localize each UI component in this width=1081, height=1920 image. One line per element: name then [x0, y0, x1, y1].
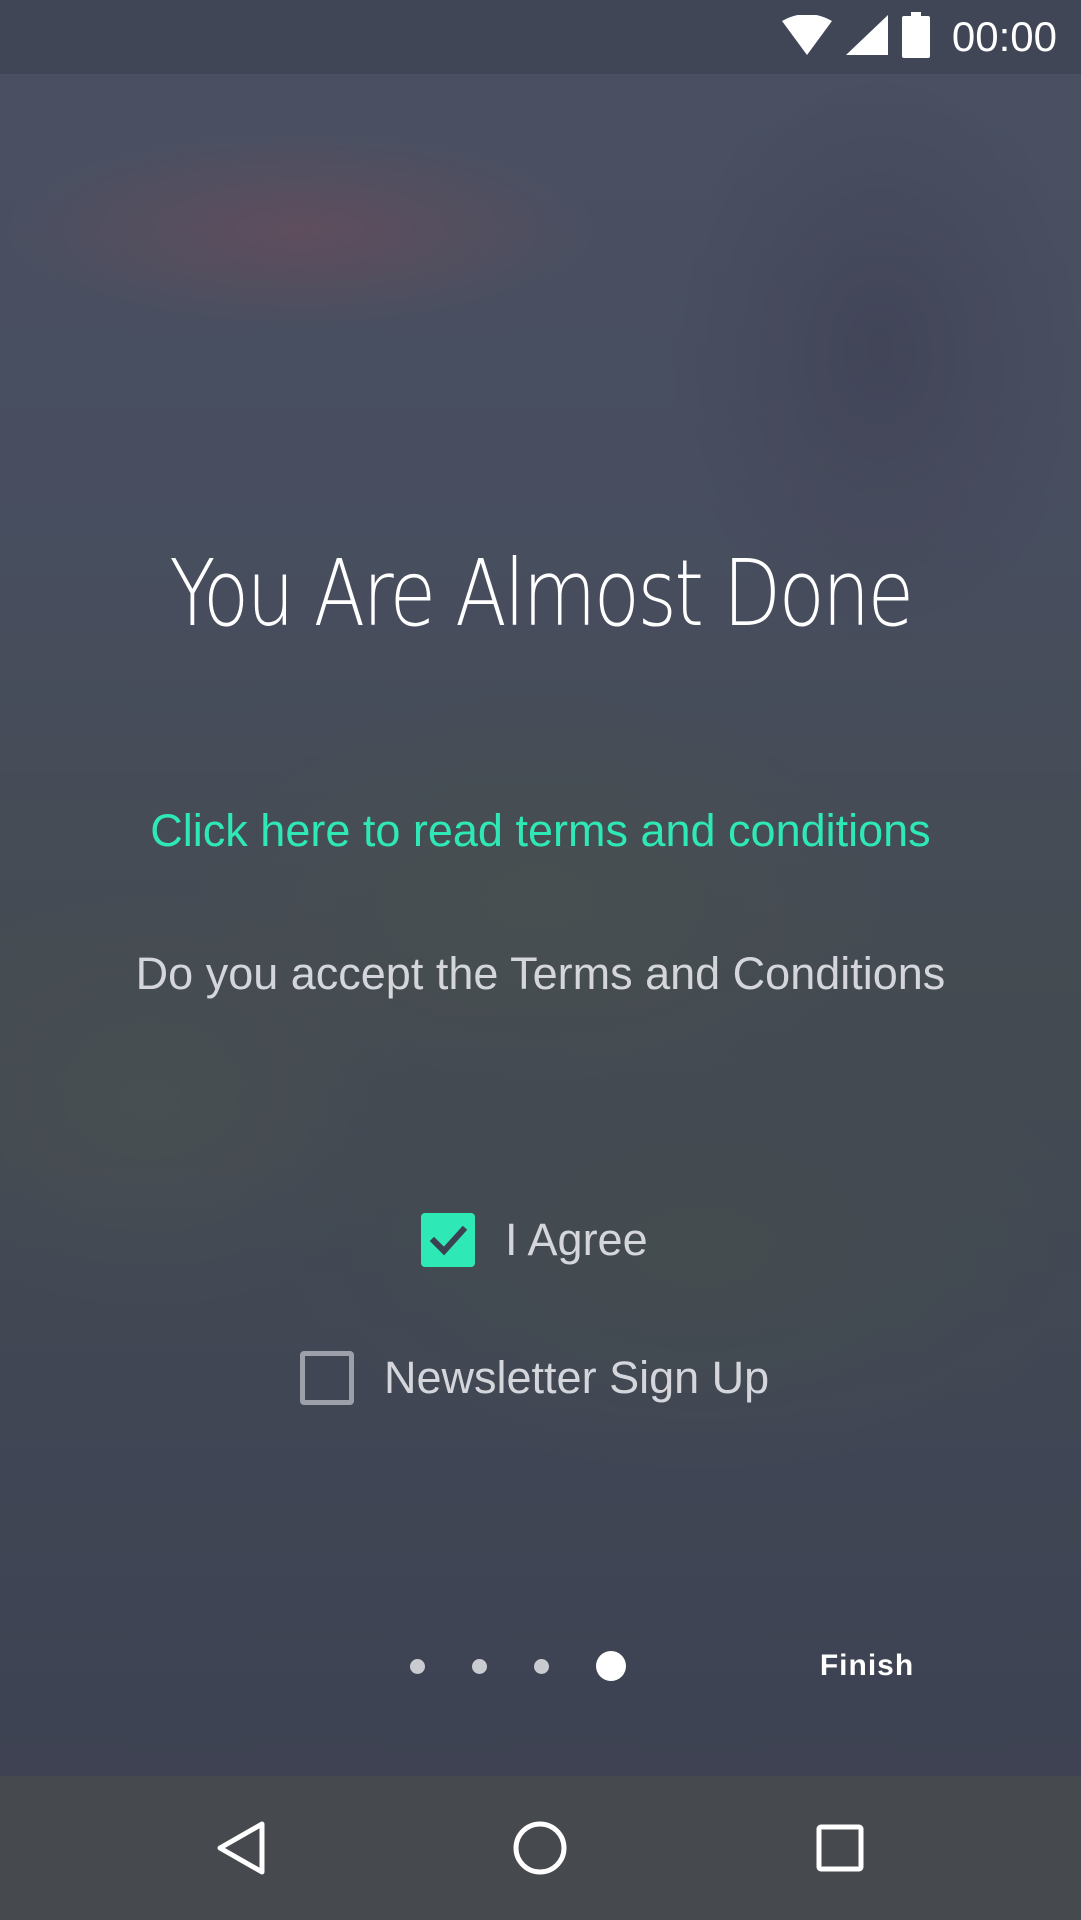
navigation-bar [0, 1776, 1081, 1920]
agree-checkbox-row[interactable]: I Agree [421, 1213, 648, 1267]
page-dot [534, 1658, 549, 1674]
page-dot-active [596, 1651, 626, 1681]
battery-icon [901, 11, 930, 63]
page-indicator [410, 1650, 626, 1682]
newsletter-checkbox[interactable] [300, 1351, 354, 1405]
recent-apps-icon [816, 1824, 864, 1872]
cell-signal-icon [845, 14, 888, 60]
agree-label: I Agree [505, 1214, 648, 1265]
page-title: You Are Almost Done [169, 540, 914, 647]
terms-link[interactable]: Click here to read terms and conditions [0, 805, 1081, 857]
newsletter-checkbox-row[interactable]: Newsletter Sign Up [300, 1351, 769, 1405]
newsletter-label: Newsletter Sign Up [384, 1352, 770, 1403]
back-icon [217, 1821, 265, 1875]
status-icons: 00:00 [781, 11, 1057, 63]
wifi-icon [781, 13, 832, 60]
recent-apps-button[interactable] [798, 1806, 882, 1890]
home-icon [513, 1821, 567, 1875]
finish-button[interactable]: Finish [800, 1644, 934, 1688]
back-button[interactable] [200, 1806, 284, 1890]
home-button[interactable] [498, 1806, 582, 1890]
onboarding-screen: 00:00 You Are Almost Done Click here to … [0, 0, 1081, 1920]
status-time: 00:00 [951, 13, 1057, 60]
status-bar: 00:00 [0, 0, 1081, 74]
page-dot [410, 1658, 425, 1674]
page-dot [472, 1658, 487, 1674]
agree-checkbox[interactable] [421, 1213, 475, 1267]
checkmark-icon [429, 1225, 468, 1256]
background-overlay [0, 0, 1081, 1776]
terms-question: Do you accept the Terms and Conditions [135, 948, 946, 999]
